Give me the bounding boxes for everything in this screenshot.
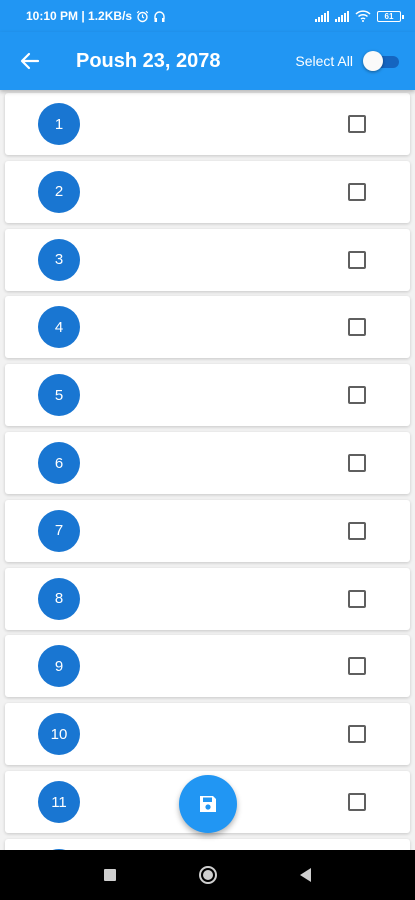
- number-badge: 3: [38, 238, 80, 281]
- number-badge: 6: [38, 442, 80, 484]
- signal-icon: [315, 10, 329, 22]
- select-all: Select All: [295, 51, 401, 71]
- recents-icon: [103, 869, 116, 881]
- system-back-button[interactable]: [292, 861, 320, 889]
- list-item[interactable]: 7: [5, 499, 410, 562]
- system-nav-bar: [0, 850, 415, 900]
- headphones-icon: [154, 10, 165, 22]
- item-checkbox[interactable]: [348, 182, 366, 201]
- number-badge: 2: [38, 170, 80, 213]
- list-item[interactable]: 5: [5, 364, 410, 427]
- item-checkbox[interactable]: [348, 318, 366, 337]
- status-left: 10:10 PM | 1.2KB/s: [26, 9, 166, 23]
- list-item[interactable]: 10: [5, 703, 410, 766]
- number-badge: 10: [38, 713, 80, 756]
- list-item[interactable]: 8: [5, 567, 410, 630]
- number-badge: 1: [38, 103, 80, 145]
- select-all-label: Select All: [295, 53, 353, 69]
- back-icon: [300, 868, 311, 882]
- number-badge: 11: [38, 781, 80, 823]
- list-item-partial[interactable]: [5, 838, 410, 850]
- arrow-back-icon: [20, 52, 40, 70]
- home-button[interactable]: [194, 861, 222, 889]
- battery-icon: 61: [377, 10, 404, 22]
- item-checkbox[interactable]: [348, 657, 366, 676]
- status-bar: 10:10 PM | 1.2KB/s 61: [0, 0, 415, 32]
- list-item[interactable]: 1: [5, 93, 410, 155]
- list-item[interactable]: 2: [5, 160, 410, 223]
- item-checkbox[interactable]: [348, 386, 366, 405]
- battery-level: 61: [384, 11, 394, 21]
- number-list: 1 2 3 4 5 6 7 8 9 10 11: [0, 90, 415, 850]
- number-badge: 5: [38, 374, 80, 417]
- page-title: Poush 23, 2078: [76, 49, 221, 72]
- number-badge: 4: [38, 306, 80, 349]
- app-bar: Poush 23, 2078 Select All: [0, 32, 415, 90]
- list-item[interactable]: 4: [5, 296, 410, 359]
- signal-icon: [335, 10, 349, 22]
- number-badge: 8: [38, 577, 80, 620]
- select-all-toggle[interactable]: [363, 51, 401, 71]
- wifi-icon: [355, 10, 371, 22]
- item-checkbox[interactable]: [348, 250, 366, 269]
- save-icon: [200, 796, 216, 812]
- item-checkbox[interactable]: [348, 521, 366, 540]
- toggle-thumb: [363, 51, 383, 71]
- status-time: 10:10 PM | 1.2KB/s: [26, 9, 133, 23]
- alarm-icon: [136, 10, 149, 22]
- list-item[interactable]: 9: [5, 635, 410, 698]
- number-badge: 7: [38, 509, 80, 552]
- item-checkbox[interactable]: [348, 725, 366, 744]
- back-button[interactable]: [0, 32, 60, 90]
- save-button[interactable]: [179, 775, 237, 833]
- item-checkbox[interactable]: [348, 454, 366, 472]
- number-badge: 9: [38, 645, 80, 688]
- item-checkbox[interactable]: [348, 589, 366, 608]
- item-checkbox[interactable]: [348, 115, 366, 133]
- list-item[interactable]: 6: [5, 432, 410, 494]
- status-right: 61: [315, 10, 404, 22]
- screen: 10:10 PM | 1.2KB/s 61 Poush 23, 2078 Sel…: [0, 0, 415, 900]
- recents-button[interactable]: [96, 861, 124, 889]
- home-icon: [198, 866, 217, 884]
- item-checkbox[interactable]: [348, 793, 366, 811]
- list-item[interactable]: 3: [5, 228, 410, 291]
